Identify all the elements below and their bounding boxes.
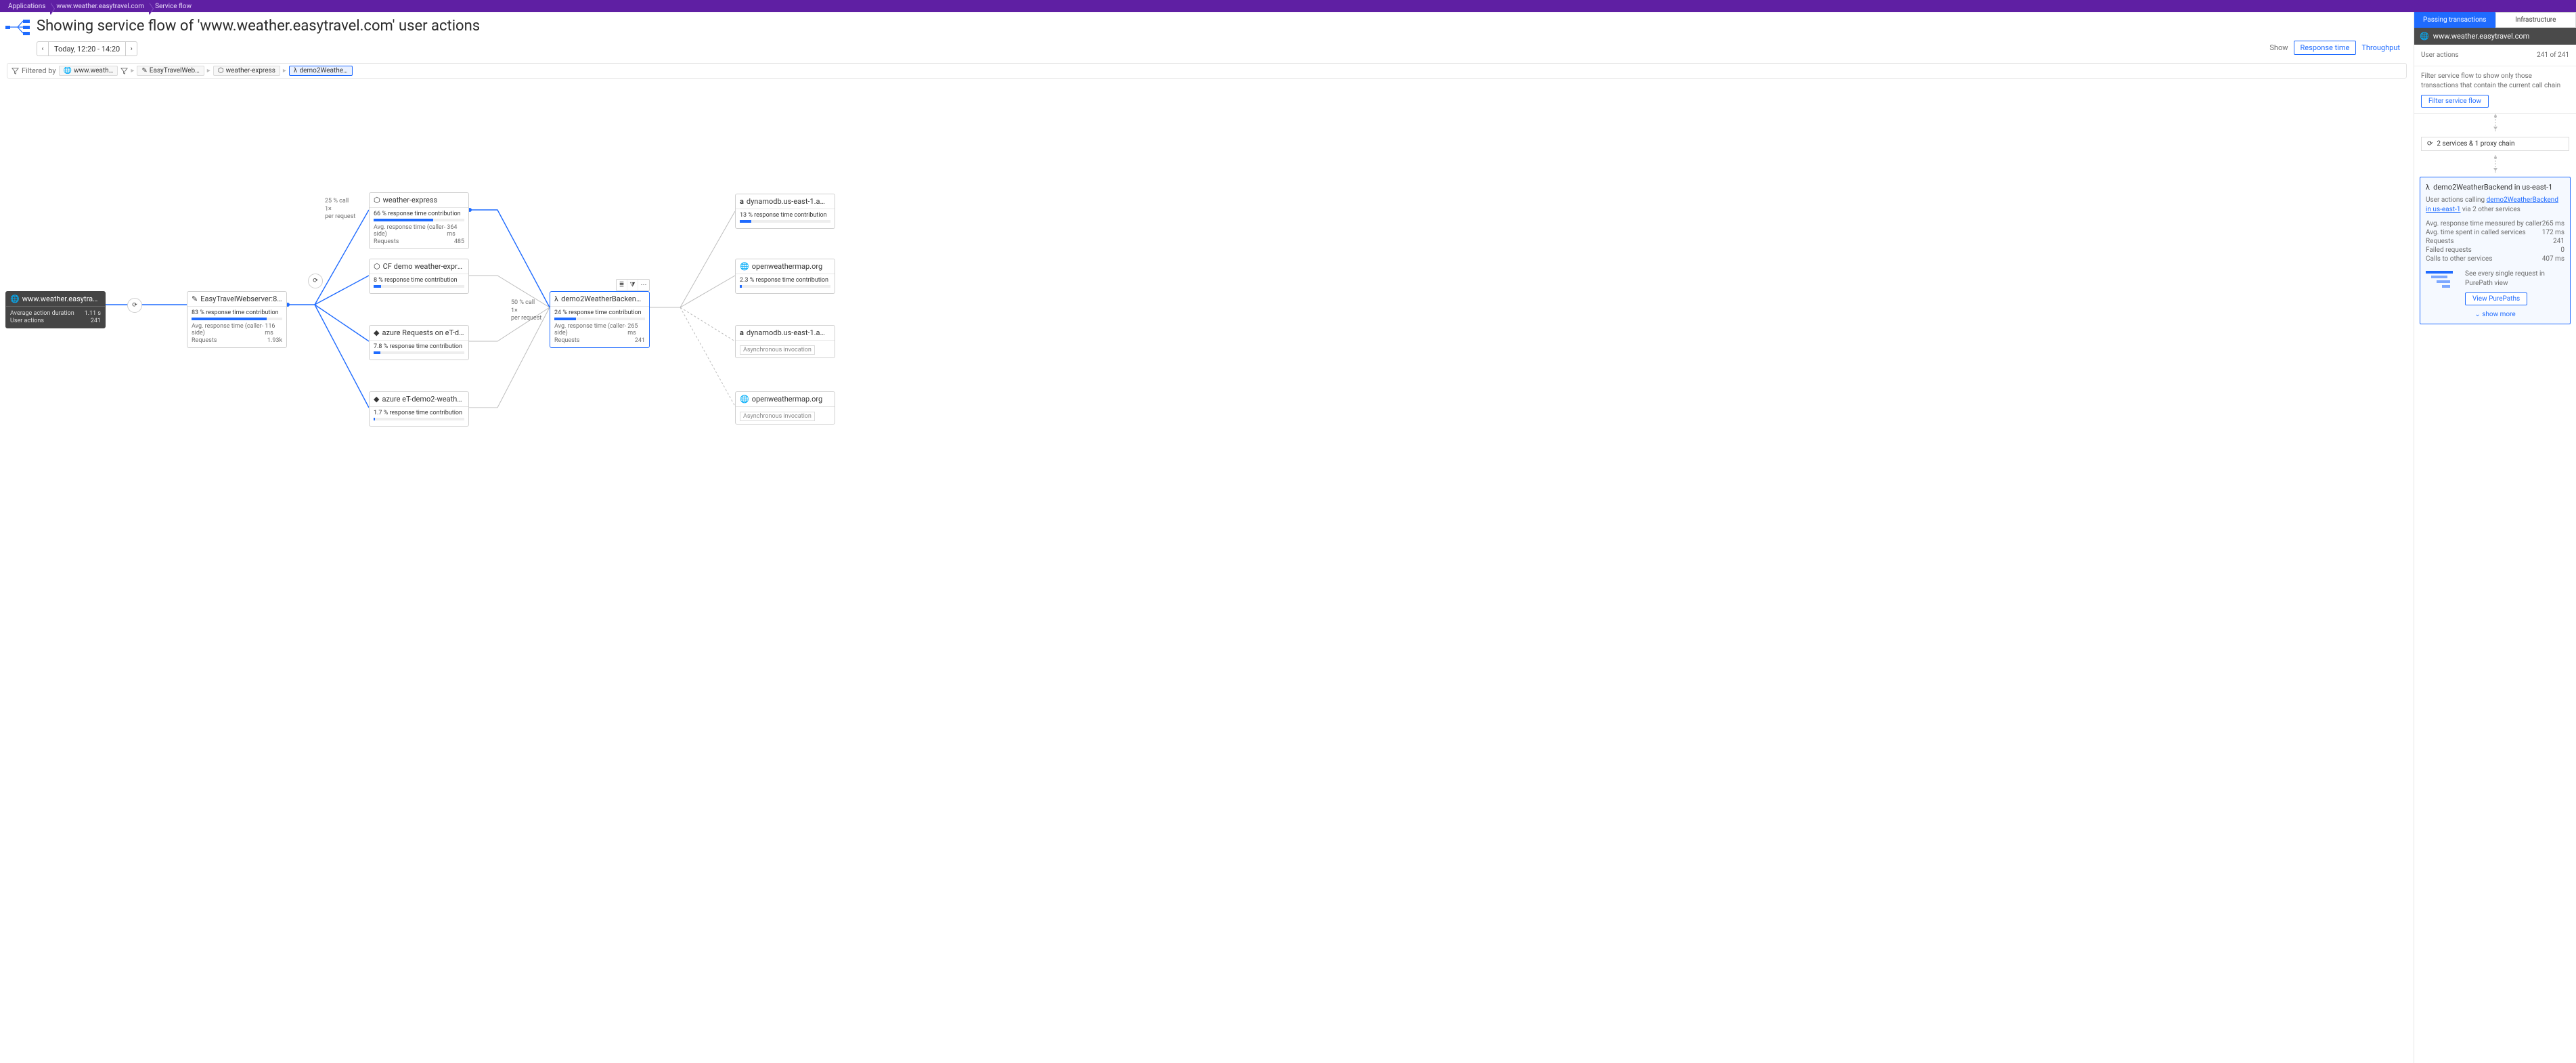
chain-connector-icon	[2414, 155, 2576, 174]
tab-passing-transactions[interactable]: Passing transactions	[2414, 12, 2495, 28]
show-more-link[interactable]: ⌄ show more	[2426, 311, 2564, 318]
filter-chip-weather-express[interactable]: ⬡weather-express	[213, 66, 280, 76]
time-range-selector: ‹ Today, 12:20 - 14:20 ›	[37, 41, 137, 56]
edge-label-50pct: 50 % call1×per request	[511, 299, 541, 323]
node-toolbar: ≣ ⧩ ⋯	[616, 279, 650, 291]
toolbar-metrics-icon[interactable]: ≣	[617, 280, 627, 290]
aws-icon: a	[740, 328, 744, 337]
azure-icon: ◆	[374, 395, 379, 404]
lambda-icon: λ	[2426, 183, 2430, 192]
lambda-icon: λ	[554, 295, 558, 303]
globe-icon: 🌐	[740, 395, 749, 404]
node-azure-et-demo2[interactable]: ◆azure eT-demo2-weather-… 1.7 % response…	[369, 391, 469, 427]
edge-label-25pct: 25 % call1×per request	[325, 198, 355, 221]
breadcrumb-current[interactable]: Service flow	[150, 3, 197, 10]
chain-connector-icon	[2414, 114, 2576, 133]
node-weather-express[interactable]: ⬡weather-express 66 % response time cont…	[369, 192, 469, 249]
toolbar-filter-icon[interactable]: ⧩	[627, 280, 638, 290]
filter-chip-app[interactable]: 🌐www.weath…	[59, 66, 118, 76]
node-dynamodb-2[interactable]: adynamodb.us-east-1.amaz… Asynchronous i…	[735, 325, 835, 358]
node-dynamodb-1[interactable]: adynamodb.us-east-1.amaz… 13 % response …	[735, 194, 835, 229]
filter-icon-2[interactable]	[120, 67, 128, 74]
side-panel: Passing transactions Infrastructure 🌐 ww…	[2414, 12, 2576, 1063]
node-cf-demo[interactable]: ⬡CF demo weather-express 8 % response ti…	[369, 259, 469, 294]
chevron-down-icon: ⌄	[2474, 311, 2480, 318]
node-root-app[interactable]: 🌐www.weather.easytravel… Average action …	[5, 291, 106, 328]
show-label: Show	[2269, 43, 2288, 52]
aws-icon: a	[740, 197, 744, 206]
service-flow-icon	[5, 18, 31, 38]
tab-infrastructure[interactable]: Infrastructure	[2495, 12, 2576, 28]
view-purepaths-button[interactable]: View PurePaths	[2465, 292, 2527, 305]
time-prev-button[interactable]: ‹	[37, 41, 49, 56]
globe-icon: 🌐	[2420, 32, 2429, 41]
filter-note: Filter service flow to show only those t…	[2421, 72, 2569, 91]
proxy-dot-2[interactable]: ⟳	[308, 274, 323, 288]
flow-canvas[interactable]: ⟳ ⟳ 25 % call1×per request 50 % call1×pe…	[0, 83, 2414, 1063]
filtered-by-label: Filtered by	[12, 66, 56, 75]
chevron-right-icon: ▸	[207, 67, 210, 74]
purepath-icon	[2426, 269, 2460, 290]
breadcrumb-host[interactable]: www.weather.easytravel.com	[51, 3, 150, 10]
globe-icon: 🌐	[10, 295, 20, 303]
time-next-button[interactable]: ›	[125, 41, 137, 56]
selected-call-note: User actions calling demo2WeatherBackend…	[2426, 196, 2564, 215]
filter-chip-webserver[interactable]: ✎EasyTravelWeb…	[137, 66, 204, 76]
chain-icon: ⟳	[2427, 140, 2433, 148]
node-easytravel-webserver[interactable]: ✎EasyTravelWebserver:8100 83 % response …	[187, 291, 287, 348]
filter-chip-demo2[interactable]: λdemo2Weathe…	[289, 66, 353, 76]
breadcrumb-bar: Applications www.weather.easytravel.com …	[0, 0, 2576, 12]
page-header: Showing service flow of 'www.weather.eas…	[0, 12, 2414, 59]
toolbar-more-icon[interactable]: ⋯	[638, 280, 649, 290]
chevron-right-icon: ▸	[283, 67, 286, 74]
hex-icon: ⬡	[374, 262, 380, 271]
breadcrumb-applications[interactable]: Applications	[3, 3, 51, 10]
filter-bar: Filtered by 🌐www.weath… ▸ ✎EasyTravelWeb…	[7, 63, 2407, 79]
globe-icon: 🌐	[740, 262, 749, 271]
response-time-button[interactable]: Response time	[2294, 41, 2357, 55]
async-badge: Asynchronous invocation	[740, 345, 815, 355]
filter-icon	[12, 67, 19, 74]
filter-service-flow-button[interactable]: Filter service flow	[2421, 95, 2489, 108]
proxy-dot-1[interactable]: ⟳	[127, 298, 142, 313]
node-openweathermap-2[interactable]: 🌐openweathermap.org Asynchronous invocat…	[735, 391, 835, 425]
selected-service-card: λdemo2WeatherBackend in us-east-1 User a…	[2420, 177, 2571, 324]
node-demo2-weather-backend[interactable]: λdemo2WeatherBackend in… 24 % response t…	[550, 291, 650, 348]
pencil-icon: ✎	[192, 295, 198, 303]
hex-icon: ⬡	[374, 196, 380, 204]
time-range-label[interactable]: Today, 12:20 - 14:20	[49, 41, 125, 56]
node-azure-requests[interactable]: ◆azure Requests on eT-dem… 7.8 % respons…	[369, 325, 469, 360]
azure-icon: ◆	[374, 328, 379, 337]
side-panel-title: 🌐 www.weather.easytravel.com	[2414, 28, 2576, 45]
node-openweathermap-1[interactable]: 🌐openweathermap.org 2.3 % response time …	[735, 259, 835, 294]
chevron-right-icon: ▸	[131, 67, 134, 74]
throughput-link[interactable]: Throughput	[2361, 43, 2400, 52]
async-badge: Asynchronous invocation	[740, 412, 815, 421]
page-title: Showing service flow of 'www.weather.eas…	[37, 18, 2405, 35]
proxy-chain-row[interactable]: ⟳ 2 services & 1 proxy chain	[2421, 137, 2569, 151]
